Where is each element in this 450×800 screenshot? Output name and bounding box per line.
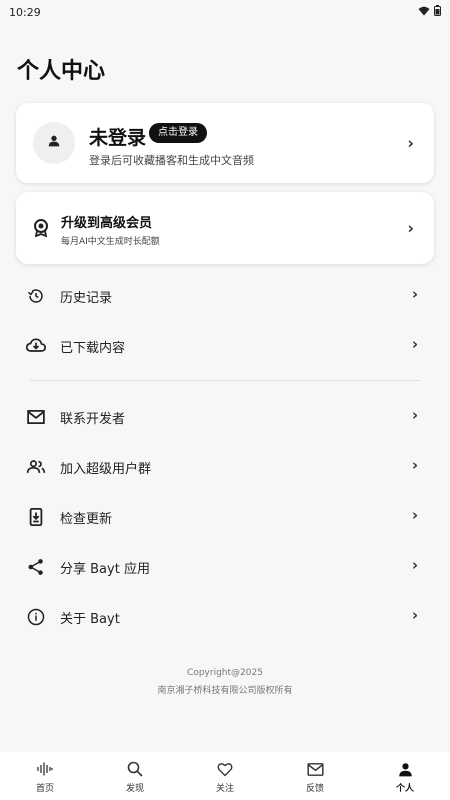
menu-item-downloads[interactable]: 已下载内容 ›: [16, 325, 434, 365]
search-icon: [127, 760, 143, 778]
mail-icon: [26, 407, 46, 427]
chevron-right-icon: ›: [407, 218, 414, 238]
menu-item-share-app[interactable]: 分享 Bayt 应用 ›: [16, 546, 434, 586]
nav-label: 个人: [395, 784, 414, 794]
menu-item-label: 已下载内容: [60, 341, 126, 356]
status-time: 10:29: [9, 5, 41, 19]
login-card[interactable]: 未登录 点击登录 登录后可收藏播客和生成中文音频 ›: [16, 103, 434, 183]
wifi-icon: [418, 6, 430, 19]
page-title: 个人中心: [17, 59, 106, 84]
nav-label: 关注: [215, 784, 234, 794]
nav-discover[interactable]: 发现: [90, 752, 180, 800]
premium-subtitle: 每月AI中文生成时长配额: [61, 237, 160, 247]
nav-label: 发现: [125, 784, 144, 794]
mail-icon: [306, 760, 324, 778]
menu-item-label: 联系开发者: [60, 412, 126, 427]
share-icon: [26, 557, 46, 577]
menu-item-label: 分享 Bayt 应用: [60, 562, 150, 577]
chevron-right-icon: ›: [407, 133, 414, 153]
history-icon: [26, 286, 46, 306]
nav-label: 反馈: [305, 784, 324, 794]
menu-item-about[interactable]: 关于 Bayt ›: [16, 596, 434, 636]
premium-card[interactable]: 升级到高级会员 每月AI中文生成时长配额 ›: [16, 192, 434, 264]
copyright-line: Copyright@2025: [187, 668, 263, 678]
login-button[interactable]: 点击登录: [149, 123, 207, 143]
chevron-right-icon: ›: [411, 335, 418, 353]
info-icon: [26, 607, 46, 627]
bottom-nav: 首页 发现 关注 反馈 个人: [0, 752, 450, 800]
waveform-icon: [37, 760, 53, 778]
nav-label: 首页: [35, 784, 54, 794]
person-icon: [398, 760, 413, 778]
nav-profile[interactable]: 个人: [360, 752, 450, 800]
menu-item-join-group[interactable]: 加入超级用户群 ›: [16, 446, 434, 486]
battery-icon: [434, 5, 441, 19]
login-subtitle: 登录后可收藏播客和生成中文音频: [89, 154, 254, 167]
divider: [30, 380, 420, 381]
chevron-right-icon: ›: [411, 506, 418, 524]
menu-item-label: 关于 Bayt: [60, 612, 120, 627]
nav-home[interactable]: 首页: [0, 752, 90, 800]
chevron-right-icon: ›: [411, 456, 418, 474]
premium-title: 升级到高级会员: [61, 216, 153, 231]
chevron-right-icon: ›: [411, 606, 418, 624]
menu-item-check-update[interactable]: 检查更新 ›: [16, 496, 434, 536]
status-bar: 10:29: [0, 0, 450, 24]
nav-feedback[interactable]: 反馈: [270, 752, 360, 800]
system-update-icon: [26, 507, 46, 527]
chevron-right-icon: ›: [411, 285, 418, 303]
company-line: 南京湘子桥科技有限公司版权所有: [157, 686, 293, 696]
menu-item-contact-developer[interactable]: 联系开发者 ›: [16, 396, 434, 436]
nav-following[interactable]: 关注: [180, 752, 270, 800]
menu-item-label: 检查更新: [60, 512, 113, 527]
chevron-right-icon: ›: [411, 406, 418, 424]
chevron-right-icon: ›: [411, 556, 418, 574]
status-icons: [418, 5, 441, 19]
menu-item-history[interactable]: 历史记录 ›: [16, 275, 434, 315]
cloud-download-icon: [26, 336, 46, 356]
heart-icon: [217, 760, 233, 778]
group-icon: [26, 457, 46, 477]
menu-item-label: 历史记录: [60, 291, 113, 306]
person-icon: [46, 133, 62, 153]
login-status-title: 未登录: [89, 127, 147, 149]
award-icon: [33, 219, 49, 241]
avatar: [33, 122, 75, 164]
menu-item-label: 加入超级用户群: [60, 462, 152, 477]
